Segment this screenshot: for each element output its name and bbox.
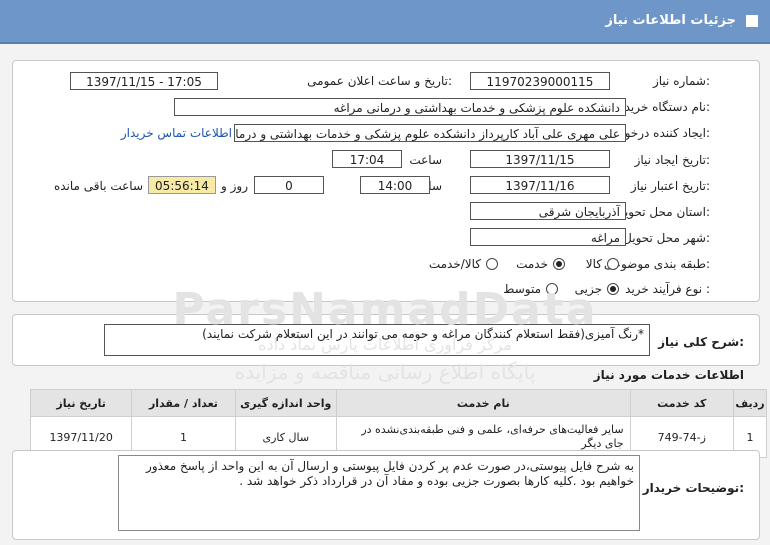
category-radio-service[interactable] xyxy=(553,258,565,270)
category-radio-goods[interactable] xyxy=(607,258,619,270)
process-radio-partial[interactable] xyxy=(607,283,619,295)
col-service-name: نام خدمت xyxy=(335,389,631,417)
col-unit: واحد اندازه گیری xyxy=(234,389,337,417)
create-time-label: ساعت xyxy=(409,153,442,167)
need-number-label: شماره نیاز: xyxy=(652,74,710,88)
col-row: ردیف xyxy=(732,389,768,417)
summary-label: شرح کلی نیاز: xyxy=(658,335,744,349)
city-field: مراغه xyxy=(470,228,626,246)
day-and-label: روز و xyxy=(221,179,248,193)
col-date: تاریخ نیاز xyxy=(29,389,133,417)
requester-field: علی مهری علی آباد کارپرداز دانشکده علوم … xyxy=(234,124,626,142)
process-label: نوع فرآیند خرید : xyxy=(625,282,710,296)
category-label: طبقه بندی موضوعی: xyxy=(603,257,710,271)
notes-field: به شرح فایل پیوستی،در صورت عدم پر کردن ف… xyxy=(118,455,640,531)
notes-label: توضیحات خریدار: xyxy=(642,481,744,495)
category-radio-goods-service[interactable] xyxy=(486,258,498,270)
need-number-field: 1197023900011​5 xyxy=(470,72,610,90)
province-field: آذربایجان شرقی xyxy=(470,202,626,220)
buyer-org-field: دانشکده علوم پزشکی و خدمات بهداشتی و درم… xyxy=(174,98,626,116)
validity-time-field: 14:00 xyxy=(360,176,430,194)
validity-label: تاریخ اعتبار نیاز: xyxy=(630,179,710,193)
province-label: استان محل تحویل: xyxy=(615,205,710,219)
city-label: شهر محل تحویل: xyxy=(623,231,710,245)
remaining-label: ساعت باقی مانده xyxy=(53,179,143,193)
process-option-medium: متوسط xyxy=(503,282,541,296)
create-date-label: تاریخ ایجاد نیاز: xyxy=(634,153,710,167)
category-option-service: خدمت xyxy=(516,257,548,271)
window-title: جزئیات اطلاعات نیاز xyxy=(605,13,736,28)
remaining-time-field: 05:56:14 xyxy=(148,176,216,194)
summary-field: *رنگ آمیزی(فقط استعلام کنندگان مراغه و ح… xyxy=(104,324,650,356)
col-quantity: تعداد / مقدار xyxy=(131,389,236,417)
title-bar: جزئیات اطلاعات نیاز xyxy=(0,0,770,44)
collapse-icon[interactable] xyxy=(746,15,758,27)
create-date-field: 1397/11/15 xyxy=(470,150,610,168)
notes-line-1: به شرح فایل پیوستی،در صورت عدم پر کردن ف… xyxy=(146,459,634,473)
contact-buyer-link[interactable]: اطلاعات تماس خریدار xyxy=(121,126,232,140)
category-option-goods: کالا xyxy=(585,257,602,271)
announce-label: تاریخ و ساعت اعلان عمومی: xyxy=(307,74,452,88)
announce-field: 1397/11/15 - 17:05 xyxy=(70,72,218,90)
buyer-org-label: نام دستگاه خریدار: xyxy=(615,100,711,114)
notes-line-2: خواهیم بود .کلیه کارها بصورت جزیی بوده و… xyxy=(239,474,634,488)
process-option-partial: جزیی xyxy=(574,282,602,296)
create-time-field: 17:04 xyxy=(332,150,402,168)
services-header-row: تاریخ نیاز تعداد / مقدار واحد اندازه گیر… xyxy=(29,389,768,417)
category-option-goods-service: کالا/خدمت xyxy=(428,257,481,271)
col-service-code: کد خدمت xyxy=(629,389,734,417)
process-radio-medium[interactable] xyxy=(546,283,558,295)
days-field: 0 xyxy=(254,176,324,194)
validity-date-field: 1397/11/16 xyxy=(470,176,610,194)
services-table: تاریخ نیاز تعداد / مقدار واحد اندازه گیر… xyxy=(29,389,768,458)
services-heading: اطلاعات خدمات مورد نیاز xyxy=(593,368,744,382)
